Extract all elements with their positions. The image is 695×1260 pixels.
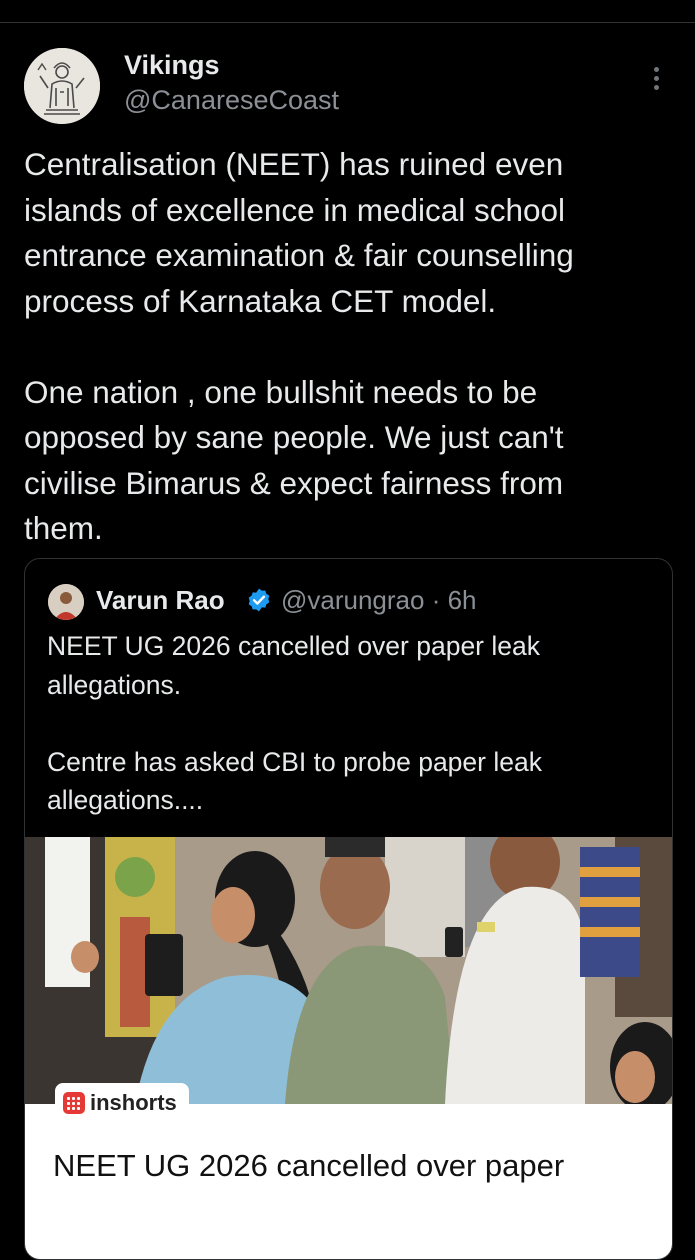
source-name: inshorts [90,1090,177,1115]
quoted-tweet[interactable]: Varun Rao @varungrao · 6h NEET UG 2026 c… [24,558,673,1260]
link-card[interactable]: NEET UG 2026 cancelled over paper [25,1104,672,1259]
quoted-author-handle[interactable]: @varungrao [281,585,424,615]
quoted-author-name[interactable]: Varun Rao [96,585,225,616]
viking-statue-image [24,48,100,124]
author-handle[interactable]: @CanareseCoast [124,85,339,116]
quoted-handle-and-time[interactable]: @varungrao · 6h [281,585,477,616]
tweet-text: Centralisation (NEET) has ruined even is… [24,146,574,546]
news-photo[interactable] [25,837,672,1104]
link-card-title: NEET UG 2026 cancelled over paper [53,1148,565,1183]
person-photo-icon [48,584,84,620]
top-divider [0,22,695,23]
verified-badge-icon [248,588,270,612]
more-options-icon[interactable] [646,64,666,96]
quoted-tweet-text: NEET UG 2026 cancelled over paper leak a… [47,631,542,815]
quoted-author-avatar[interactable] [48,584,84,620]
author-avatar[interactable] [24,48,100,124]
quoted-timestamp: · 6h [431,585,477,615]
author-display-name[interactable]: Vikings [124,50,220,81]
inshorts-logo-icon [63,1092,85,1114]
students-checking-notice-image [25,837,672,1104]
source-badge: inshorts [55,1083,189,1123]
